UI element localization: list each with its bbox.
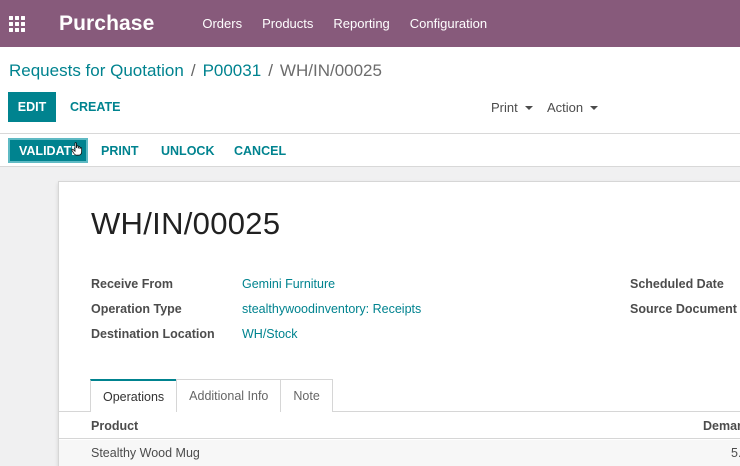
action-dropdown[interactable]: Action <box>547 100 599 115</box>
create-button[interactable]: CREATE <box>70 100 120 114</box>
table-row[interactable]: Stealthy Wood Mug 5. <box>59 440 740 466</box>
row-demand: 5. <box>731 446 740 460</box>
breadcrumb-rfq-link[interactable]: Requests for Quotation <box>9 61 184 81</box>
edit-button[interactable]: EDIT <box>8 92 56 122</box>
caret-down-icon <box>524 105 533 110</box>
operation-type-label: Operation Type <box>91 302 182 316</box>
control-panel: Requests for Quotation / P00031 / WH/IN/… <box>0 47 740 134</box>
source-document-label: Source Document <box>630 302 737 316</box>
breadcrumb-po-link[interactable]: P00031 <box>203 61 262 81</box>
print-dropdown[interactable]: Print <box>491 100 533 115</box>
column-header-product[interactable]: Product <box>91 419 138 433</box>
unlock-button[interactable]: UNLOCK <box>161 144 214 158</box>
destination-location-label: Destination Location <box>91 327 215 341</box>
action-dropdown-label: Action <box>547 100 584 115</box>
receive-from-link[interactable]: Gemini Furniture <box>242 277 335 291</box>
breadcrumb-separator: / <box>190 61 196 80</box>
menu-configuration[interactable]: Configuration <box>410 16 487 31</box>
cancel-button[interactable]: CANCEL <box>234 144 286 158</box>
menu-reporting[interactable]: Reporting <box>333 16 389 31</box>
tab-additional-info[interactable]: Additional Info <box>176 379 282 412</box>
scheduled-date-label: Scheduled Date <box>630 277 724 291</box>
print-dropdown-label: Print <box>491 100 518 115</box>
table-header: Product Demar <box>59 412 740 439</box>
form-sheet: WH/IN/00025 Receive From Gemini Furnitur… <box>58 181 740 466</box>
breadcrumb-current: WH/IN/00025 <box>279 61 382 80</box>
notebook-tabs: Operations Additional Info Note <box>90 379 333 412</box>
app-title: Purchase <box>59 11 155 35</box>
menu-orders[interactable]: Orders <box>202 16 242 31</box>
apps-menu-icon[interactable] <box>9 15 25 32</box>
main-menu: Orders Products Reporting Configuration <box>202 16 507 31</box>
caret-down-icon <box>590 105 599 110</box>
destination-location-link[interactable]: WH/Stock <box>242 327 298 341</box>
column-header-demand[interactable]: Demar <box>703 419 740 433</box>
operation-type-link[interactable]: stealthywoodinventory: Receipts <box>242 302 421 316</box>
row-product: Stealthy Wood Mug <box>91 446 200 460</box>
breadcrumb-separator: / <box>268 61 273 80</box>
tab-operations[interactable]: Operations <box>90 379 178 412</box>
receive-from-label: Receive From <box>91 277 173 291</box>
hand-pointer-icon <box>71 142 82 156</box>
top-navbar: Purchase Orders Products Reporting Confi… <box>0 0 740 47</box>
menu-products[interactable]: Products <box>262 16 313 31</box>
document-title: WH/IN/00025 <box>91 206 281 241</box>
print-button[interactable]: PRINT <box>101 144 139 158</box>
statusbar: VALIDATE PRINT UNLOCK CANCEL <box>0 134 740 167</box>
tab-note[interactable]: Note <box>280 379 333 412</box>
breadcrumb: Requests for Quotation / P00031 / WH/IN/… <box>9 61 382 81</box>
